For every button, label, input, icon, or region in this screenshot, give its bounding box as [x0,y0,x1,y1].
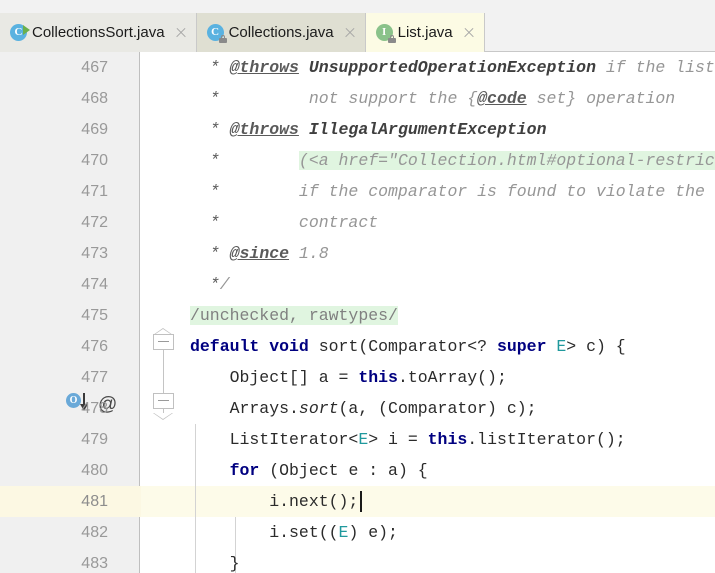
line-number: 483 [81,555,108,572]
code-line-469[interactable]: * @throws IllegalArgumentException [190,114,547,145]
code-line-467[interactable]: * @throws UnsupportedOperationException … [190,52,715,83]
line-number: 467 [81,59,108,76]
tab-label: Collections.java [228,24,334,41]
lock-icon [387,35,396,43]
code-line-478[interactable]: Arrays.sort(a, (Comparator) c); [190,393,537,424]
line-number: 478 [81,400,108,417]
code-line-481[interactable]: i.next(); [190,486,358,517]
line-number: 471 [81,183,108,200]
line-number: 480 [81,462,108,479]
java-class-icon: C [206,24,227,43]
tab-label: List.java [397,24,453,41]
tab-collections-sort-java[interactable]: C CollectionsSort.java [0,13,197,52]
tab-label: CollectionsSort.java [32,24,165,41]
tab-bar-top-strip [0,0,715,13]
code-line-476[interactable]: default void sort(Comparator<? super E> … [190,331,626,362]
code-line-474[interactable]: */ [190,269,230,300]
code-line-483[interactable]: } [190,548,240,573]
java-class-icon: C [10,24,30,41]
close-icon[interactable] [343,26,356,39]
editor-tab-bar: C CollectionsSort.java C Collections.jav… [0,0,715,52]
line-number: 468 [81,90,108,107]
close-icon[interactable] [462,26,475,39]
code-line-473[interactable]: * @since 1.8 [190,238,329,269]
code-line-468[interactable]: * not support the {@code set} operation [190,83,675,114]
code-line-470[interactable]: * (<a href="Collection.html#optional-res… [190,145,715,176]
line-number: 477 [81,369,108,386]
tab-strip: C CollectionsSort.java C Collections.jav… [0,13,485,52]
line-number: 479 [81,431,108,448]
editor-row: 474 [0,269,715,300]
code-line-471[interactable]: * if the comparator is found to violate … [190,176,705,207]
tab-list-java[interactable]: I List.java [365,13,485,52]
code-line-477[interactable]: Object[] a = this.toArray(); [190,362,507,393]
line-number: 472 [81,214,108,231]
close-icon[interactable] [174,26,187,39]
code-editor[interactable]: O @ 467 468 469 470 471 472 473 474 475 … [0,52,715,573]
tab-collections-java[interactable]: C Collections.java [196,13,366,52]
text-caret [360,491,362,512]
lock-icon [218,35,227,43]
code-line-479[interactable]: ListIterator<E> i = this.listIterator(); [190,424,626,455]
line-number: 474 [81,276,108,293]
code-line-482[interactable]: i.set((E) e); [190,517,398,548]
line-number: 481 [81,493,108,510]
java-interface-icon: I [375,24,396,43]
line-number: 475 [81,307,108,324]
code-line-480[interactable]: for (Object e : a) { [190,455,428,486]
code-line-475[interactable]: /unchecked, rawtypes/ [190,300,398,331]
line-number: 470 [81,152,108,169]
line-number: 476 [81,338,108,355]
line-number: 469 [81,121,108,138]
line-number: 473 [81,245,108,262]
code-line-472[interactable]: * contract [190,207,378,238]
line-number: 482 [81,524,108,541]
run-arrow-icon [23,25,30,35]
editor-row: 483 [0,548,715,573]
editor-row: 473 [0,238,715,269]
editor-window: C CollectionsSort.java C Collections.jav… [0,0,715,573]
